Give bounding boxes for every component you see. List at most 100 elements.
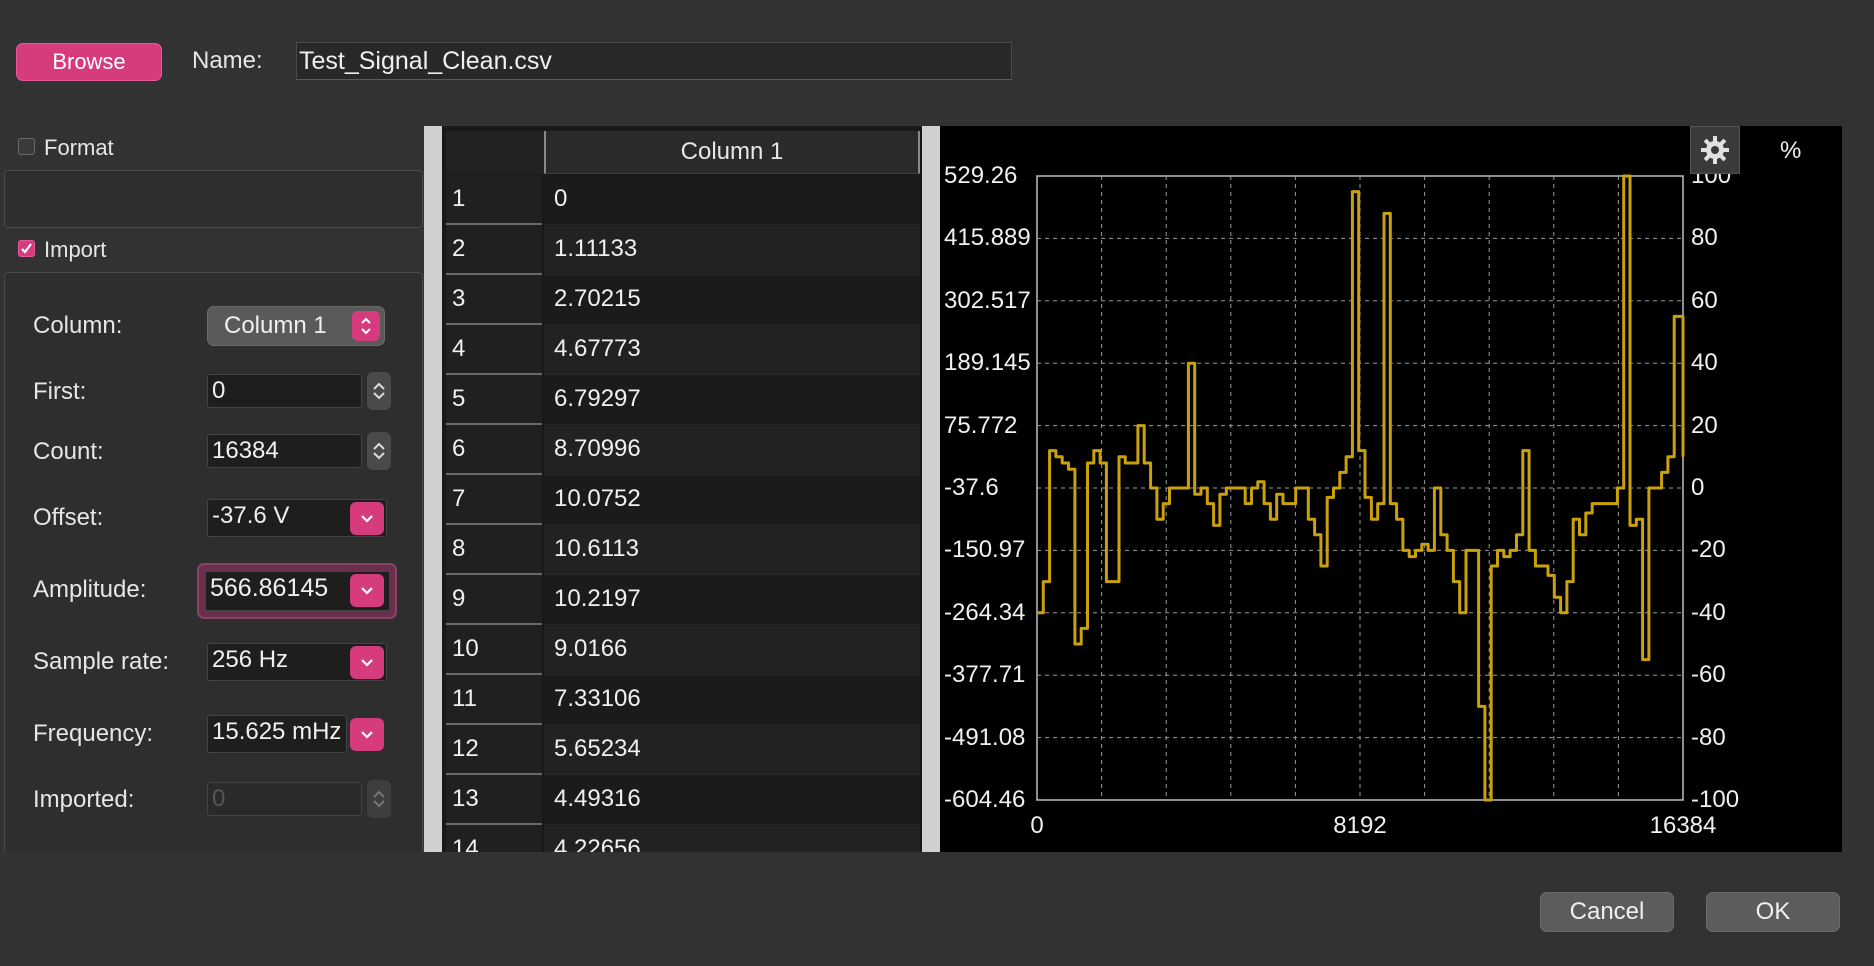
row-index: 13 [446, 775, 542, 825]
import-group [4, 272, 423, 852]
table-row[interactable]: 11 7.33106 [446, 675, 920, 725]
y-left-tick-label: 189.145 [944, 349, 1031, 377]
table-row[interactable]: 10 9.0166 [446, 625, 920, 675]
count-stepper[interactable] [367, 432, 391, 470]
table-row[interactable]: 13 4.49316 [446, 775, 920, 825]
y-left-tick-label: -150.97 [944, 536, 1026, 564]
cell-value: 0 [544, 175, 920, 225]
chevron-up-icon [373, 790, 385, 798]
column-select[interactable]: Column 1 [207, 306, 385, 346]
chevron-up-icon [373, 382, 385, 390]
gear-icon [1701, 136, 1729, 164]
table-row[interactable]: 4 4.67773 [446, 325, 920, 375]
row-index: 10 [446, 625, 542, 675]
table-splitter-right[interactable] [922, 126, 940, 852]
first-field[interactable]: 0 [207, 374, 362, 408]
column-header[interactable]: Column 1 [544, 131, 920, 174]
cell-value: 10.6113 [544, 525, 920, 575]
y-left-tick-label: 529.26 [944, 162, 1018, 189]
browse-button[interactable]: Browse [16, 43, 162, 81]
count-label: Count: [33, 438, 104, 465]
table-row[interactable]: 6 8.70996 [446, 425, 920, 475]
cell-value: 4.67773 [544, 325, 920, 375]
first-label: First: [33, 378, 87, 405]
y-right-tick-label: 0 [1691, 474, 1705, 501]
amplitude-label: Amplitude: [33, 576, 147, 603]
updown-chevron-icon [352, 311, 380, 341]
row-index: 5 [446, 375, 542, 425]
count-field[interactable]: 16384 [207, 434, 362, 468]
table-row[interactable]: 3 2.70215 [446, 275, 920, 325]
table-row[interactable]: 8 10.6113 [446, 525, 920, 575]
cell-value: 5.65234 [544, 725, 920, 775]
cell-value: 6.79297 [544, 375, 920, 425]
table-row[interactable]: 5 6.79297 [446, 375, 920, 425]
chevron-down-icon [373, 452, 385, 460]
cell-value: 4.49316 [544, 775, 920, 825]
sample-rate-label: Sample rate: [33, 648, 170, 675]
table-row[interactable]: 10 [446, 175, 920, 225]
cancel-label: Cancel [1569, 898, 1645, 925]
sample-rate-dropdown[interactable] [350, 646, 384, 679]
y-left-tick-label: 75.772 [944, 411, 1018, 439]
row-index: 2 [446, 225, 542, 275]
y-right-tick-label: 80 [1691, 224, 1718, 252]
y-left-tick-label: 415.889 [944, 224, 1031, 252]
row-index: 7 [446, 475, 542, 525]
y-left-tick-label: -604.46 [944, 786, 1026, 813]
table-row[interactable]: 9 10.2197 [446, 575, 920, 625]
cell-value: 4.22656 [544, 825, 920, 852]
row-index: 9 [446, 575, 542, 625]
row-index: 1 [446, 175, 542, 225]
row-index: 8 [446, 525, 542, 575]
chevron-up-icon [373, 442, 385, 450]
x-tick-label: 8192 [1333, 812, 1387, 839]
table-splitter-left[interactable] [424, 126, 442, 852]
cell-value: 10.0752 [544, 475, 920, 525]
y-left-tick-label: -264.34 [944, 598, 1026, 626]
chevron-down-icon [373, 800, 385, 808]
column-select-value: Column 1 [224, 312, 327, 339]
frequency-dropdown[interactable] [350, 718, 384, 751]
imported-label: Imported: [33, 786, 135, 813]
format-checkbox[interactable] [18, 138, 35, 155]
chevron-down-icon [373, 392, 385, 400]
frequency-label: Frequency: [33, 720, 154, 747]
cancel-button[interactable]: Cancel [1540, 892, 1674, 932]
checkmark-icon [21, 243, 32, 254]
name-label: Name: [192, 47, 263, 74]
imported-field: 0 [207, 782, 362, 816]
table-row[interactable]: 12 5.65234 [446, 725, 920, 775]
y-right-tick-label: -60 [1691, 661, 1726, 689]
chevron-down-icon [361, 658, 373, 667]
table-row[interactable]: 7 10.0752 [446, 475, 920, 525]
ok-label: OK [1755, 898, 1791, 925]
chart-settings-button[interactable] [1690, 126, 1740, 174]
y-right-tick-label: 60 [1691, 286, 1718, 314]
y-right-tick-label: 40 [1691, 349, 1718, 377]
y-right-tick-label: -40 [1691, 598, 1726, 626]
amplitude-dropdown[interactable] [350, 574, 384, 607]
row-index: 11 [446, 675, 542, 725]
chevron-down-icon [361, 730, 373, 739]
y-right-tick-label: -100 [1691, 786, 1740, 813]
table-row[interactable]: 2 1.11133 [446, 225, 920, 275]
cell-value: 2.70215 [544, 275, 920, 325]
row-index: 3 [446, 275, 542, 325]
cell-value: 10.2197 [544, 575, 920, 625]
frequency-field[interactable]: 15.625 mHz [207, 715, 347, 753]
chevron-down-icon [361, 514, 373, 523]
format-label: Format [44, 135, 114, 160]
offset-dropdown[interactable] [350, 502, 384, 535]
y-left-tick-label: -377.71 [944, 661, 1026, 689]
signal-chart: 529.26 415.889 302.517 189.145 75.772 -37.6 -1… [940, 126, 1842, 852]
name-field[interactable]: Test_Signal_Clean.csv [296, 42, 1012, 80]
x-tick-label: 0 [1030, 812, 1044, 839]
import-checkbox[interactable] [18, 240, 35, 257]
row-index: 14 [446, 825, 542, 852]
ok-button[interactable]: OK [1706, 892, 1840, 932]
first-stepper[interactable] [367, 372, 391, 410]
cell-value: 8.70996 [544, 425, 920, 475]
table-row[interactable]: 14 4.22656 [446, 825, 920, 852]
offset-label: Offset: [33, 504, 104, 531]
